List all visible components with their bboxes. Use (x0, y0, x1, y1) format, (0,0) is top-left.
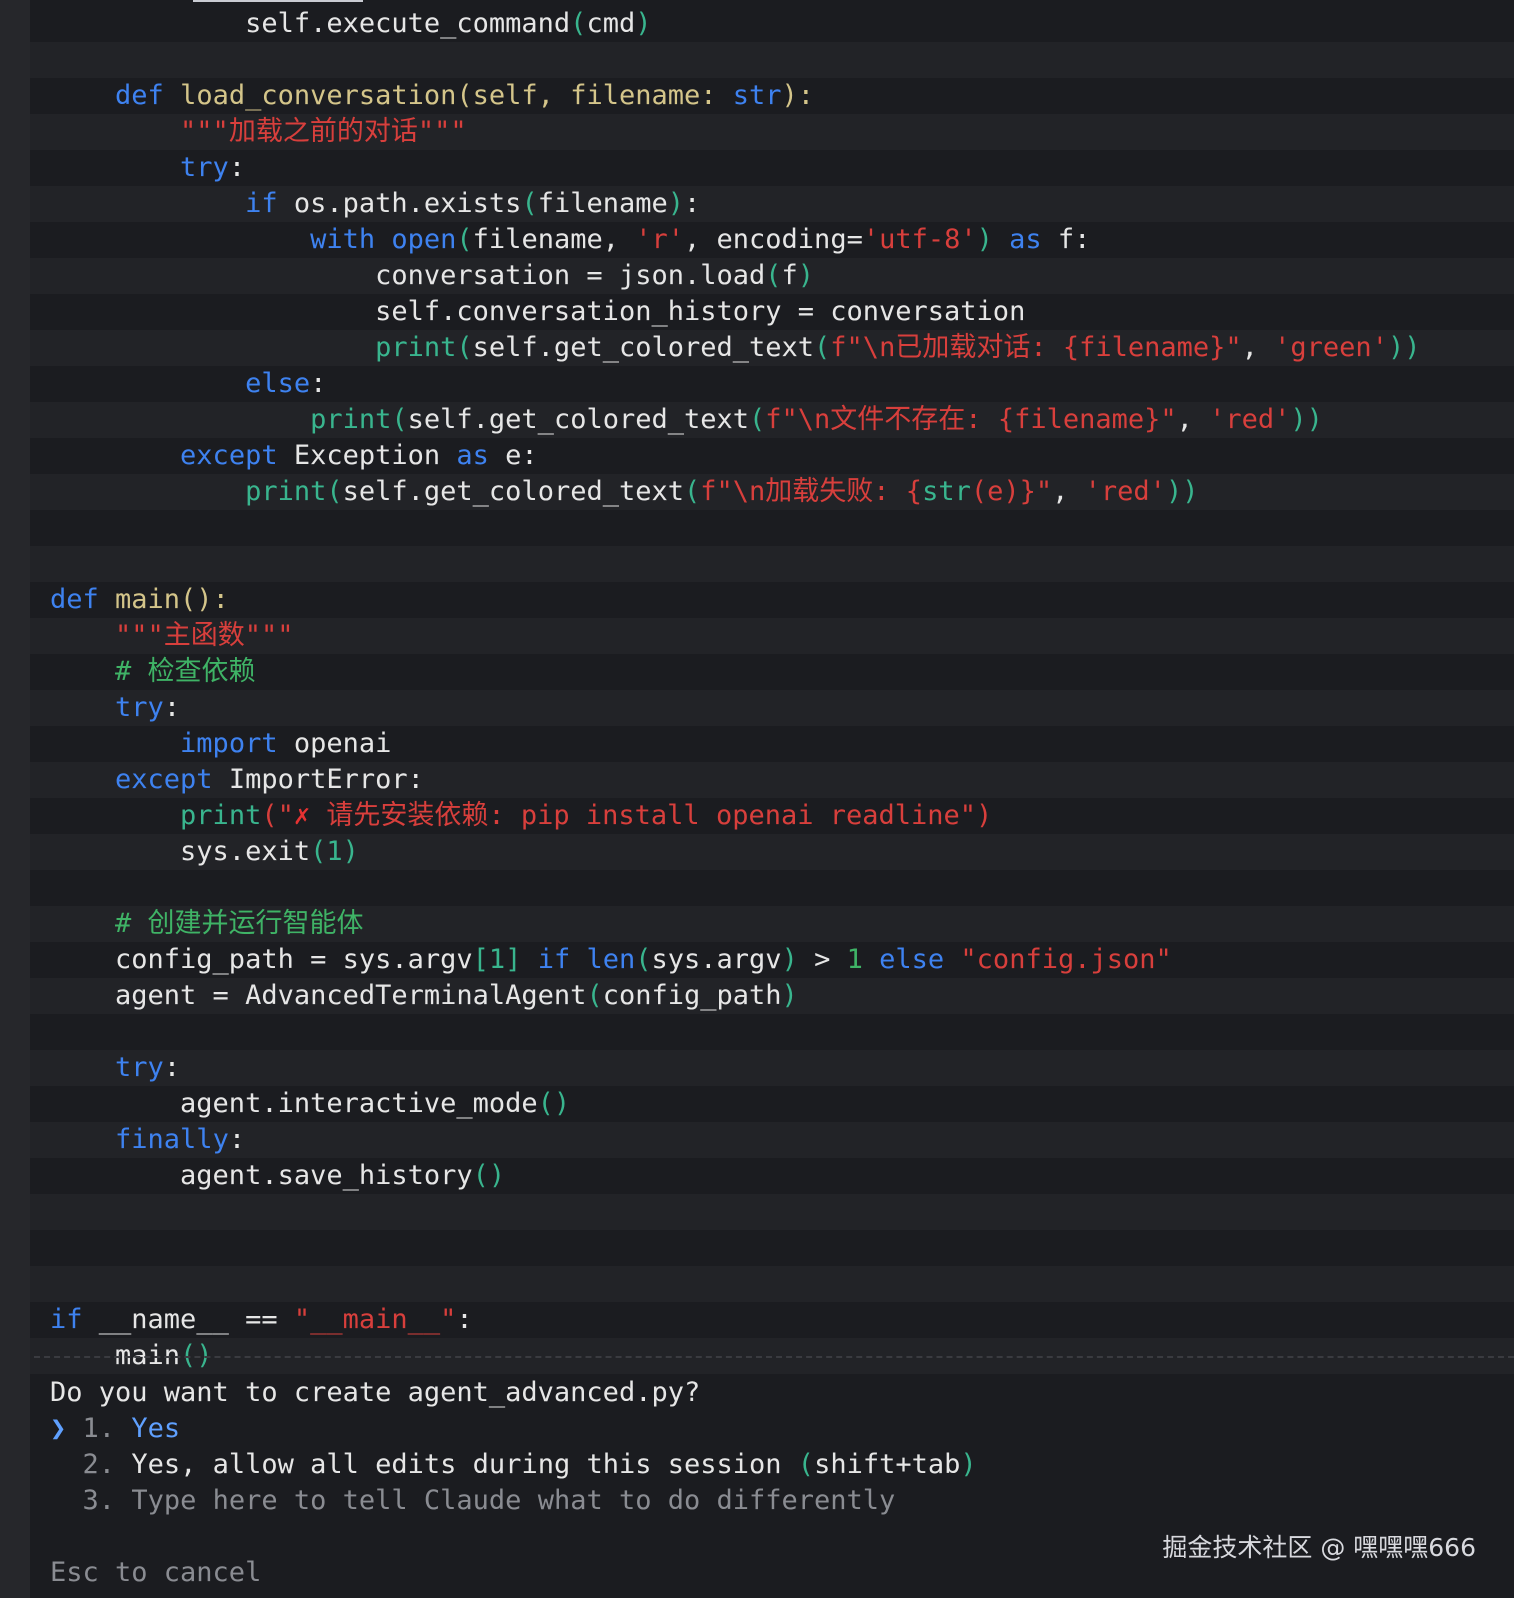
watermark: 掘金技术社区 @ 嘿嘿嘿666 (1162, 1533, 1476, 1562)
code-line: conversation = json.load(f) (30, 258, 1514, 294)
code-line: agent.save_history() (30, 1158, 1514, 1194)
code-line: self.execute_command(cmd) (30, 6, 1514, 42)
selection-cursor-icon: ❯ (50, 1413, 67, 1444)
code-line (30, 1230, 1514, 1266)
code-line (30, 42, 1514, 78)
code-line: try: (30, 690, 1514, 726)
code-line-text: conversation = json.load(f) (50, 260, 815, 291)
code-line-text: except ImportError: (115, 764, 424, 795)
code-line: sys.exit(1) (30, 834, 1514, 870)
code-line-text: agent.interactive_mode() (50, 1088, 571, 1119)
code-line-text: except Exception as e: (180, 440, 538, 471)
code-line-text: try: (115, 1052, 181, 1083)
code-line-text: # 创建并运行智能体 (115, 908, 364, 939)
code-line-text: finally: (115, 1124, 246, 1155)
code-line-text: with open(filename, 'r', encoding='utf-8… (310, 224, 1091, 255)
code-line: # 检查依赖 (30, 654, 1514, 690)
code-line: try: (30, 150, 1514, 186)
option-type-instructions[interactable]: 3. Type here to tell Claude what to do d… (50, 1483, 896, 1519)
code-line-text: def main(): (50, 584, 229, 615)
code-line-text: if __name__ == "__main__": (50, 1304, 473, 1335)
code-line-text: # 检查依赖 (115, 656, 256, 687)
code-line: def main(): (30, 582, 1514, 618)
code-line: else: (30, 366, 1514, 402)
code-line: if __name__ == "__main__": (30, 1302, 1514, 1338)
code-line (30, 510, 1514, 546)
code-line: """主函数""" (30, 618, 1514, 654)
code-line-text: print(self.get_colored_text(f"\n文件不存在: {… (310, 404, 1323, 435)
code-line-text: try: (115, 692, 181, 723)
code-line-text: print("✗ 请先安装依赖: pip install openai read… (180, 800, 993, 831)
code-line: print(self.get_colored_text(f"\n已加载对话: {… (30, 330, 1514, 366)
code-line (30, 870, 1514, 906)
code-line-text: print(self.get_colored_text(f"\n加载失败: {s… (245, 476, 1199, 507)
code-view[interactable]: self.execute_command(cmd) def load_conve… (30, 0, 1514, 1374)
code-line-text: else: (245, 368, 327, 399)
code-line: def load_conversation(self, filename: st… (30, 78, 1514, 114)
code-line: except ImportError: (30, 762, 1514, 798)
code-line-text: self.conversation_history = conversation (50, 296, 1026, 327)
code-line-text: try: (180, 152, 246, 183)
code-line-text: agent.save_history() (50, 1160, 506, 1191)
prompt-separator (34, 1356, 1514, 1358)
option-label: Yes, allow all edits during this session (131, 1449, 782, 1480)
code-line: finally: (30, 1122, 1514, 1158)
prompt-question: Do you want to create agent_advanced.py? (50, 1377, 701, 1408)
option-yes[interactable]: ❯ 1. Yes (50, 1411, 180, 1447)
option-label: Type here to tell Claude what to do diff… (131, 1485, 896, 1516)
option-number: 2. (82, 1449, 116, 1480)
code-line-text: if os.path.exists(filename): (245, 188, 701, 219)
option-label: Yes (131, 1413, 181, 1444)
code-line: try: (30, 1050, 1514, 1086)
code-line: import openai (30, 726, 1514, 762)
code-line: self.conversation_history = conversation (30, 294, 1514, 330)
code-line (30, 1014, 1514, 1050)
option-number: 1. (82, 1413, 116, 1444)
code-line-text: import openai (180, 728, 392, 759)
code-line: # 创建并运行智能体 (30, 906, 1514, 942)
code-line-text: """加载之前的对话""" (180, 116, 467, 147)
code-line: print("✗ 请先安装依赖: pip install openai read… (30, 798, 1514, 834)
code-line (30, 546, 1514, 582)
code-line-text: agent = AdvancedTerminalAgent(config_pat… (50, 980, 798, 1011)
option-yes-allow-all[interactable]: 2. Yes, allow all edits during this sess… (50, 1447, 977, 1483)
code-line: agent = AdvancedTerminalAgent(config_pat… (30, 978, 1514, 1014)
code-line-text: sys.exit(1) (50, 836, 359, 867)
code-line: if os.path.exists(filename): (30, 186, 1514, 222)
code-line: print(self.get_colored_text(f"\n加载失败: {s… (30, 474, 1514, 510)
editor-gutter (0, 0, 30, 1598)
code-line: print(self.get_colored_text(f"\n文件不存在: {… (30, 402, 1514, 438)
code-line (30, 1194, 1514, 1230)
code-line-text: config_path = sys.argv[1] if len(sys.arg… (50, 944, 1172, 975)
code-line: except Exception as e: (30, 438, 1514, 474)
code-line (30, 1266, 1514, 1302)
code-line-text: print(self.get_colored_text(f"\n已加载对话: {… (375, 332, 1421, 363)
code-line: """加载之前的对话""" (30, 114, 1514, 150)
code-line-text: def load_conversation(self, filename: st… (115, 80, 815, 111)
code-line: config_path = sys.argv[1] if len(sys.arg… (30, 942, 1514, 978)
cancel-hint: Esc to cancel (50, 1557, 262, 1588)
shortcut-hint: shift+tab (814, 1449, 961, 1480)
code-line: with open(filename, 'r', encoding='utf-8… (30, 222, 1514, 258)
code-line: agent.interactive_mode() (30, 1086, 1514, 1122)
code-line-text: """主函数""" (115, 620, 294, 651)
code-line-text: self.execute_command(cmd) (50, 8, 652, 39)
option-number: 3. (82, 1485, 116, 1516)
